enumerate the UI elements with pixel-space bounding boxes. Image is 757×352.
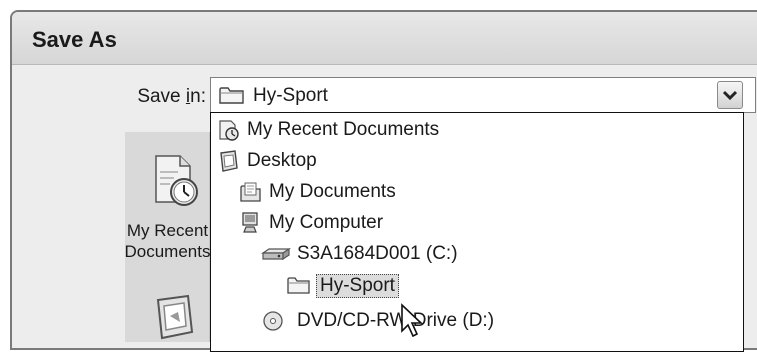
mouse-pointer-icon bbox=[401, 303, 424, 338]
dropdown-item-my-documents[interactable]: My Documents bbox=[211, 177, 743, 207]
place-my-recent-documents[interactable]: My Recent Documents bbox=[125, 152, 210, 261]
dropdown-item-hy-sport[interactable]: Hy-Sport bbox=[211, 270, 743, 300]
save-in-dropdown-list: My Recent Documents Desktop My Documents… bbox=[210, 112, 744, 352]
title-bar[interactable]: Save As bbox=[12, 12, 757, 65]
folder-icon bbox=[219, 87, 244, 104]
dropdown-item-my-recent-documents[interactable]: My Recent Documents bbox=[211, 115, 743, 145]
folder-icon bbox=[287, 277, 310, 294]
save-in-selected-value: Hy-Sport bbox=[253, 85, 328, 106]
dropdown-item-label-selected: Hy-Sport bbox=[316, 274, 399, 298]
documents-icon bbox=[240, 182, 261, 202]
dropdown-item-local-disk-c[interactable]: S3A1684D001 (C:) bbox=[211, 239, 743, 269]
dropdown-item-label: S3A1684D001 (C:) bbox=[297, 243, 458, 264]
dropdown-item-label: My Recent Documents bbox=[247, 119, 440, 140]
dropdown-item-dvd-drive[interactable]: DVD/CD-RW Drive (D:) bbox=[211, 306, 743, 336]
save-in-label-before: Save bbox=[137, 86, 186, 107]
save-in-label-after: n: bbox=[190, 86, 206, 107]
save-in-combobox[interactable]: Hy-Sport bbox=[210, 77, 756, 113]
dropdown-item-label: Desktop bbox=[247, 150, 317, 171]
desktop-icon bbox=[156, 294, 194, 340]
dialog-title: Save As bbox=[32, 27, 117, 52]
recent-documents-icon bbox=[155, 155, 198, 206]
dropdown-item-desktop[interactable]: Desktop bbox=[211, 146, 743, 176]
chevron-down-icon bbox=[722, 90, 738, 101]
place-desktop[interactable] bbox=[125, 292, 209, 347]
hard-drive-icon bbox=[261, 247, 291, 261]
dropdown-button[interactable] bbox=[717, 81, 743, 109]
dropdown-item-label: My Documents bbox=[269, 181, 396, 202]
dropdown-item-label: DVD/CD-RW Drive (D:) bbox=[297, 310, 495, 331]
computer-icon bbox=[242, 212, 258, 233]
recent-documents-icon bbox=[219, 120, 239, 141]
places-items: My Recent Documents bbox=[125, 132, 210, 342]
optical-drive-icon bbox=[263, 311, 283, 331]
dropdown-item-label: My Computer bbox=[269, 212, 384, 233]
save-in-label: Save in: bbox=[100, 86, 206, 108]
dropdown-item-my-computer[interactable]: My Computer bbox=[211, 208, 743, 238]
desktop-icon bbox=[220, 150, 238, 172]
